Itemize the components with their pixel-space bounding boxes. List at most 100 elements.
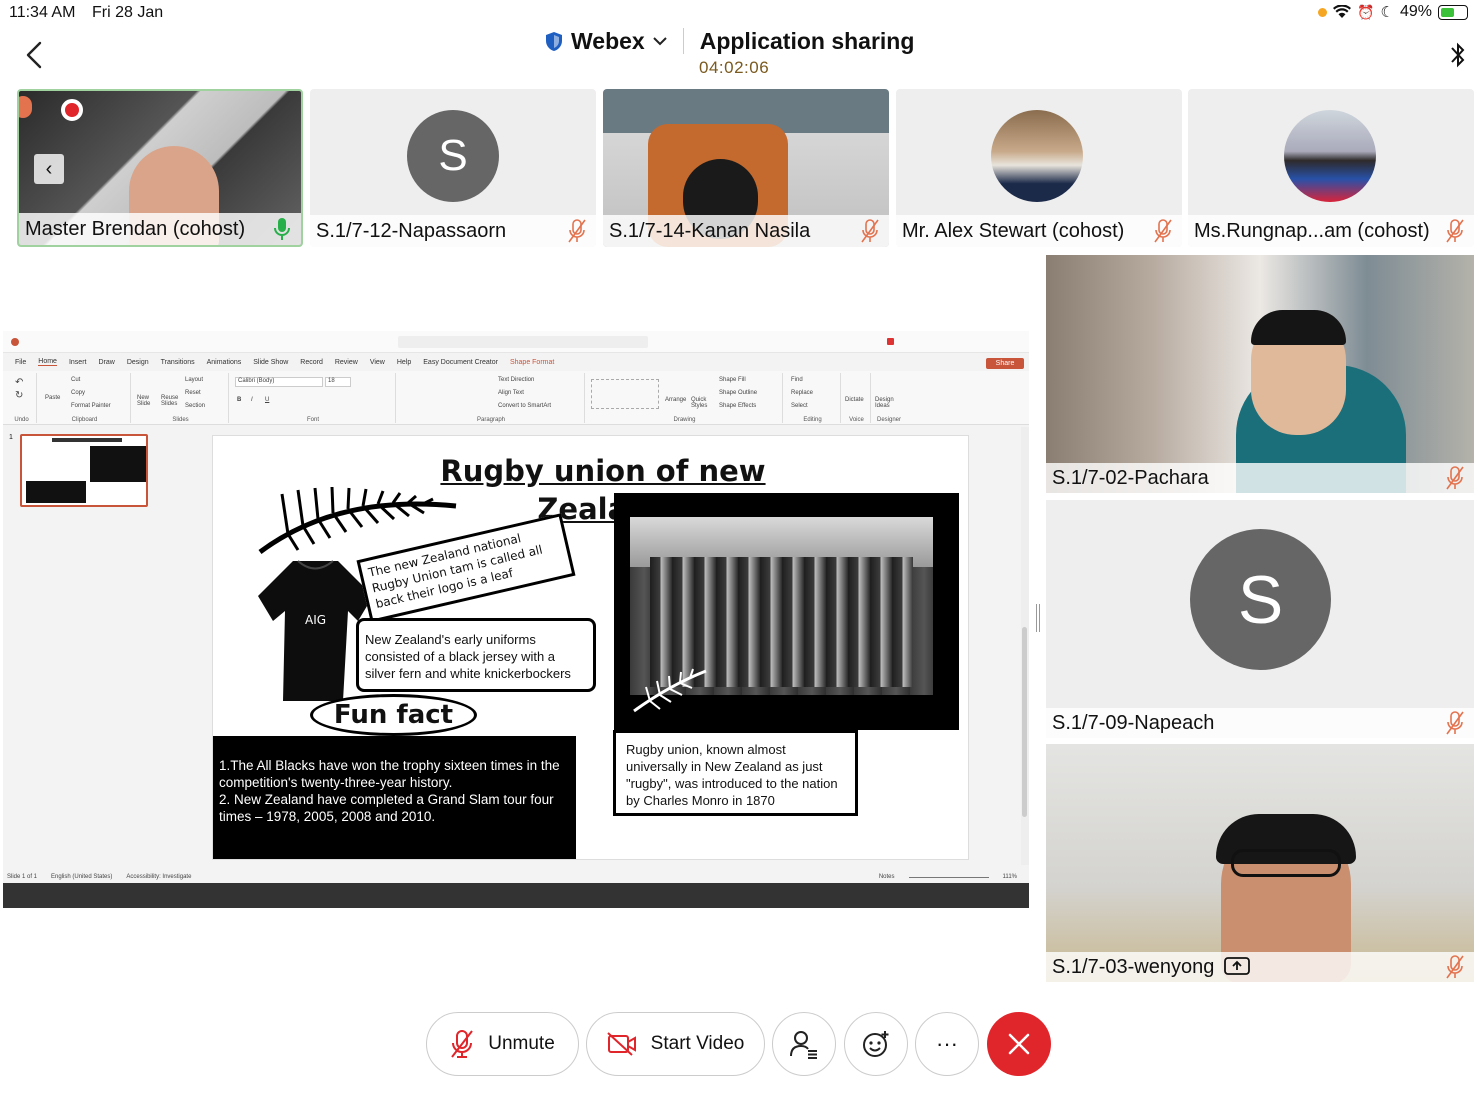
participants-button[interactable] bbox=[772, 1012, 836, 1076]
participant-tile[interactable]: ‹ Master Brendan (cohost) bbox=[17, 89, 303, 247]
record-icon bbox=[61, 99, 83, 121]
copy-button[interactable]: Copy bbox=[71, 390, 85, 396]
moon-icon: ☾ bbox=[1380, 4, 1394, 21]
ppt-menu-item[interactable]: Slide Show bbox=[253, 359, 288, 366]
zoom-level[interactable]: 111% bbox=[1003, 874, 1017, 880]
ppt-menu-item[interactable]: Design bbox=[127, 359, 149, 366]
replace-button[interactable]: Replace bbox=[791, 390, 813, 396]
ppt-search-box[interactable] bbox=[398, 336, 648, 348]
quick-styles-button[interactable]: Quick Styles bbox=[691, 397, 715, 409]
status-date: Fri 28 Jan bbox=[92, 4, 164, 21]
ppt-menu-item[interactable]: Draw bbox=[98, 359, 114, 366]
section-button[interactable]: Section bbox=[185, 403, 205, 409]
redo-icon[interactable]: ↻ bbox=[15, 390, 23, 401]
ribbon-group-designer: Design Ideas Designer bbox=[873, 373, 905, 423]
accessibility-indicator[interactable]: Accessibility: Investigate bbox=[126, 874, 191, 880]
smartart-button[interactable]: Convert to SmartArt bbox=[498, 403, 551, 409]
share-button[interactable]: Share bbox=[986, 358, 1024, 369]
participant-tile[interactable]: S.1/7-03-wenyong bbox=[1046, 744, 1474, 982]
text-direction-button[interactable]: Text Direction bbox=[498, 377, 534, 383]
ppt-menu-item[interactable]: Home bbox=[38, 358, 57, 366]
battery-percent: 49% bbox=[1399, 3, 1432, 20]
brand-label: Webex bbox=[571, 27, 645, 54]
scrollbar-thumb[interactable] bbox=[1022, 627, 1027, 817]
arrange-button[interactable]: Arrange bbox=[665, 397, 686, 403]
bluetooth-icon[interactable] bbox=[1448, 40, 1468, 70]
new-slide-button[interactable]: New Slide bbox=[137, 395, 159, 407]
slide-thumbnail[interactable] bbox=[20, 434, 148, 507]
ppt-status-bar: Slide 1 of 1 English (United States) Acc… bbox=[3, 870, 1029, 884]
underline-button[interactable]: U bbox=[265, 397, 269, 403]
reuse-slides-button[interactable]: Reuse Slides bbox=[161, 395, 183, 407]
header-divider bbox=[682, 28, 684, 54]
font-family-select[interactable]: Calibri (Body) bbox=[235, 377, 323, 387]
participant-tile[interactable]: S S.1/7-09-Napeach bbox=[1046, 500, 1474, 738]
ppt-ribbon: ↶ ↻ Undo Paste Cut Copy Format Painter Cli… bbox=[3, 371, 1029, 425]
layout-button[interactable]: Layout bbox=[185, 377, 203, 383]
slide-scrollbar[interactable] bbox=[1021, 427, 1029, 865]
participant-name-text: S.1/7-03-wenyong bbox=[1052, 956, 1215, 978]
ppt-menu-item[interactable]: Animations bbox=[207, 359, 242, 366]
cut-button[interactable]: Cut bbox=[71, 377, 80, 383]
paste-button[interactable]: Paste bbox=[45, 395, 60, 401]
unmute-button[interactable]: Unmute bbox=[426, 1012, 579, 1076]
participant-tile[interactable]: S.1/7-14-Kanan Nasila bbox=[603, 89, 889, 247]
shared-screen[interactable]: File Home Insert Draw Design Transitions Anima… bbox=[3, 331, 1029, 908]
zoom-slider[interactable] bbox=[908, 876, 989, 878]
select-button[interactable]: Select bbox=[791, 403, 808, 409]
recording-mic-icon bbox=[19, 96, 32, 118]
design-ideas-button[interactable]: Design Ideas bbox=[875, 397, 903, 409]
more-icon: ··· bbox=[936, 1031, 958, 1056]
ppt-menu-item[interactable]: Insert bbox=[69, 359, 87, 366]
start-video-button[interactable]: Start Video bbox=[586, 1012, 765, 1076]
dictate-button[interactable]: Dictate bbox=[845, 397, 864, 403]
shape-effects-button[interactable]: Shape Effects bbox=[719, 403, 756, 409]
ppt-menu-item[interactable]: Record bbox=[300, 359, 323, 366]
avatar: S bbox=[1190, 529, 1331, 670]
ppt-menu-item[interactable]: Transitions bbox=[161, 359, 195, 366]
format-painter-button[interactable]: Format Painter bbox=[71, 403, 111, 409]
back-icon[interactable] bbox=[22, 40, 48, 70]
align-text-button[interactable]: Align Text bbox=[498, 390, 524, 396]
video-off-icon bbox=[606, 1032, 636, 1056]
ppt-menu-item[interactable]: Easy Document Creator bbox=[423, 359, 498, 366]
ppt-menu-item[interactable]: View bbox=[370, 359, 385, 366]
participants-icon bbox=[790, 1031, 817, 1059]
participant-tile[interactable]: Ms.Rungnap...am (cohost) bbox=[1188, 89, 1474, 247]
language-indicator[interactable]: English (United States) bbox=[51, 874, 112, 880]
mic-in-use-indicator bbox=[1318, 7, 1328, 17]
ppt-menu-item[interactable]: Shape Format bbox=[510, 359, 554, 366]
end-call-button[interactable] bbox=[987, 1012, 1051, 1076]
participant-tile[interactable]: S.1/7-02-Pachara bbox=[1046, 255, 1474, 493]
reactions-button[interactable] bbox=[844, 1012, 908, 1076]
ribbon-group-paragraph: Text Direction Align Text Convert to Sma… bbox=[398, 373, 585, 423]
chevron-left-icon[interactable]: ‹ bbox=[34, 154, 64, 184]
ppt-menu-bar: File Home Insert Draw Design Transitions Anima… bbox=[3, 355, 1029, 369]
ppt-menu-item[interactable]: Help bbox=[397, 359, 411, 366]
meeting-timer: 04:02:06 bbox=[699, 58, 770, 77]
slide-canvas[interactable]: Rugby union of new Zealand AIG The new Z… bbox=[212, 435, 969, 860]
participant-tile[interactable]: Mr. Alex Stewart (cohost) bbox=[896, 89, 1182, 247]
ppt-menu-item[interactable]: File bbox=[15, 359, 26, 366]
meeting-header: Webex Application sharing bbox=[545, 26, 914, 56]
bold-button[interactable]: B bbox=[237, 397, 241, 403]
ribbon-group-label: Undo bbox=[14, 417, 29, 423]
participant-name: S.1/7-03-wenyong bbox=[1046, 952, 1474, 982]
notes-button[interactable]: Notes bbox=[879, 874, 895, 880]
ppt-menu-item[interactable]: Review bbox=[335, 359, 358, 366]
shape-fill-button[interactable]: Shape Fill bbox=[719, 377, 746, 383]
undo-icon[interactable]: ↶ bbox=[15, 377, 23, 388]
shape-outline-button[interactable]: Shape Outline bbox=[719, 390, 757, 396]
reset-button[interactable]: Reset bbox=[185, 390, 201, 396]
close-icon bbox=[1008, 1033, 1030, 1055]
more-options-button[interactable]: ··· bbox=[915, 1012, 979, 1076]
status-bar: 11:34 AM Fri 28 Jan ⏰ ☾ 49% bbox=[0, 0, 1478, 26]
participant-tile[interactable]: S S.1/7-12-Napassaorn bbox=[310, 89, 596, 247]
webex-menu[interactable]: Webex bbox=[545, 28, 667, 55]
find-button[interactable]: Find bbox=[791, 377, 803, 383]
italic-button[interactable]: I bbox=[251, 397, 253, 403]
resize-handle[interactable] bbox=[1036, 604, 1040, 632]
emoji-add-icon bbox=[863, 1031, 889, 1057]
shapes-gallery[interactable] bbox=[591, 379, 659, 409]
font-size-select[interactable]: 18 bbox=[325, 377, 351, 387]
